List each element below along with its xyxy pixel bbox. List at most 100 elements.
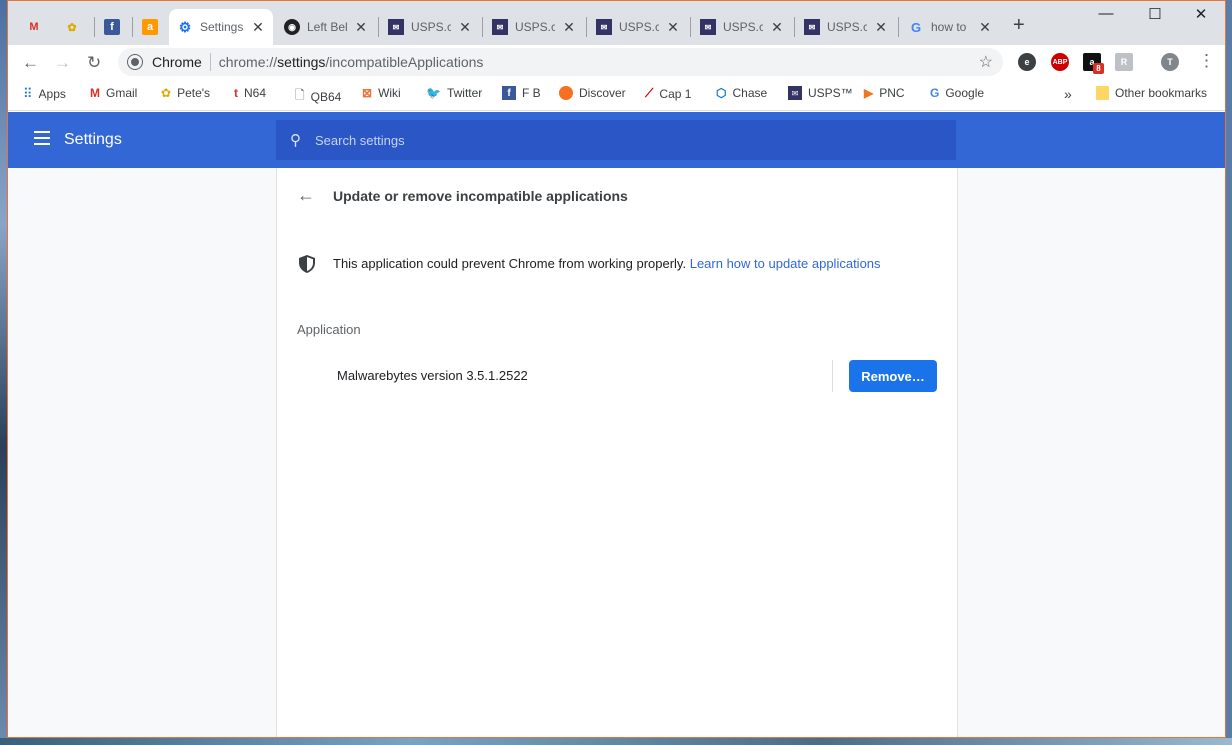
tab-google[interactable]: G how to ✕ <box>900 9 1000 45</box>
application-column-header: Application <box>297 322 361 337</box>
google-icon: G <box>930 86 940 100</box>
apps-grid-icon: ⠿ <box>23 86 33 101</box>
settings-title: Settings <box>64 131 122 148</box>
back-arrow-icon[interactable]: ← <box>297 185 315 206</box>
close-window-button[interactable]: ✕ <box>1178 5 1224 23</box>
tab-facebook[interactable]: f <box>96 9 128 45</box>
settings-main: ← Update or remove incompatible applicat… <box>8 168 1225 737</box>
tab-title: USPS.co <box>827 20 867 34</box>
page-icon: 🗋 <box>295 88 305 102</box>
bookmark-pnc[interactable]: ▶ PNC <box>864 86 905 100</box>
warning-text: This application could prevent Chrome fr… <box>333 256 687 271</box>
tab-title: Left Bel <box>307 20 347 34</box>
tab-settings[interactable]: ⚙ Settings ✕ <box>169 9 273 45</box>
profile-initial: T <box>1167 57 1173 67</box>
extension-e-icon[interactable]: e <box>1018 53 1036 71</box>
reader-extension-icon[interactable]: R <box>1115 53 1133 71</box>
bookmark-chase[interactable]: ⬡ Chase <box>716 86 767 100</box>
capital-one-icon: ⟋ <box>645 86 654 100</box>
bookmark-qb64[interactable]: 🗋 QB64 <box>295 86 341 107</box>
page-title: Update or remove incompatible applicatio… <box>333 188 628 204</box>
tab-usps-2[interactable]: ✉ USPS.co ✕ <box>484 9 584 45</box>
bookmark-label: Wiki <box>378 86 401 100</box>
close-tab-icon[interactable]: ✕ <box>978 19 992 36</box>
close-tab-icon[interactable]: ✕ <box>874 19 888 36</box>
remove-button[interactable]: Remove… <box>849 360 937 392</box>
tab-title: USPS.co <box>619 20 659 34</box>
bookmark-petes[interactable]: ✿ Pete's <box>161 86 210 100</box>
tab-separator <box>94 17 95 37</box>
bookmark-cap1[interactable]: ⟋ Cap 1 <box>645 86 691 101</box>
bookmark-label: Discover <box>579 86 626 100</box>
other-bookmarks[interactable]: Other bookmarks <box>1096 86 1207 100</box>
hamburger-menu-icon[interactable] <box>34 131 50 145</box>
tab-usps-5[interactable]: ✉ USPS.co ✕ <box>796 9 896 45</box>
new-tab-button[interactable]: + <box>1013 14 1025 37</box>
gmail-icon: M <box>90 86 100 100</box>
shield-icon <box>299 255 315 273</box>
overflow-chevron-icon: » <box>1064 86 1072 102</box>
badge-count: 8 <box>1096 64 1101 73</box>
bookmark-label: Cap 1 <box>659 86 692 101</box>
adblock-icon[interactable]: ABP <box>1051 53 1069 71</box>
facebook-icon: f <box>502 86 516 100</box>
chrome-logo-icon <box>128 55 142 69</box>
back-button[interactable]: ← <box>22 53 39 73</box>
bookmark-gmail[interactable]: M Gmail <box>90 86 137 100</box>
bookmark-fb[interactable]: fF B <box>502 86 541 100</box>
maximize-button[interactable]: ☐ <box>1132 5 1178 23</box>
search-input[interactable]: ⚲ Search settings <box>276 120 956 160</box>
extension-badge: 8 <box>1093 63 1104 74</box>
taskbar-strip <box>0 738 1232 745</box>
close-tab-icon[interactable]: ✕ <box>458 19 472 36</box>
bookmark-google[interactable]: G Google <box>930 86 984 100</box>
bookmark-twitter[interactable]: 🐦 Twitter <box>426 86 482 100</box>
tab-separator <box>794 17 795 37</box>
gear-icon: ⚙ <box>178 18 192 35</box>
tumblr-icon: t <box>234 86 238 100</box>
tab-gmail[interactable]: M <box>18 9 50 45</box>
reload-button[interactable]: ↻ <box>87 53 101 73</box>
tab-amazon[interactable]: a <box>134 9 166 45</box>
profile-avatar[interactable]: T <box>1161 53 1179 71</box>
bookmark-label: Twitter <box>446 86 483 100</box>
bookmark-label: Gmail <box>106 86 138 100</box>
petes-icon: ✿ <box>161 86 172 100</box>
close-tab-icon[interactable]: ✕ <box>562 19 576 36</box>
close-tab-icon[interactable]: ✕ <box>770 19 784 36</box>
forward-button[interactable]: → <box>54 53 71 73</box>
learn-more-link[interactable]: Learn how to update applications <box>690 256 881 271</box>
url-path: settings <box>277 54 326 70</box>
tab-usps-1[interactable]: ✉ USPS.co ✕ <box>380 9 480 45</box>
bookmark-wiki[interactable]: ⊠ Wiki <box>362 86 401 100</box>
tab-usps-3[interactable]: ✉ USPS.co ✕ <box>588 9 688 45</box>
tab-separator <box>586 17 587 37</box>
google-icon: G <box>910 19 922 35</box>
bookmark-n64[interactable]: t N64 <box>234 86 266 100</box>
close-tab-icon[interactable]: ✕ <box>666 19 680 36</box>
gmail-icon: M <box>29 21 39 33</box>
menu-kebab-icon[interactable]: ⋮ <box>1198 51 1215 71</box>
bookmark-label: USPS™ <box>808 86 853 100</box>
address-bar[interactable]: Chrome chrome:// settings /incompatibleA… <box>118 48 1003 76</box>
other-bookmarks-label: Other bookmarks <box>1115 86 1208 100</box>
close-tab-icon[interactable]: ✕ <box>354 19 368 36</box>
tab-petes[interactable]: ✿ <box>56 9 88 45</box>
bookmark-usps[interactable]: ✉ USPS™ <box>788 86 853 100</box>
bookmark-apps[interactable]: ⠿ Apps <box>23 86 66 102</box>
minimize-button[interactable]: — <box>1083 5 1129 22</box>
url-rest: /incompatibleApplications <box>325 54 484 70</box>
bookmark-star-icon[interactable]: ☆ <box>979 52 993 72</box>
bookmark-label: Google <box>945 86 985 100</box>
close-tab-icon[interactable]: ✕ <box>251 19 265 36</box>
bookmark-discover[interactable]: Discover <box>559 86 626 100</box>
bookmark-label: F B <box>522 86 541 100</box>
usps-icon: ✉ <box>388 19 404 35</box>
tab-left-bel[interactable]: ◉ Left Bel ✕ <box>276 9 376 45</box>
pnc-icon: ▶ <box>864 86 874 100</box>
bookmark-label: QB64 <box>310 89 342 104</box>
bookmark-label: Apps <box>38 87 66 101</box>
tab-usps-4[interactable]: ✉ USPS.co ✕ <box>692 9 792 45</box>
usps-icon: ✉ <box>492 19 508 35</box>
bookmarks-overflow-button[interactable]: » <box>1064 86 1072 102</box>
